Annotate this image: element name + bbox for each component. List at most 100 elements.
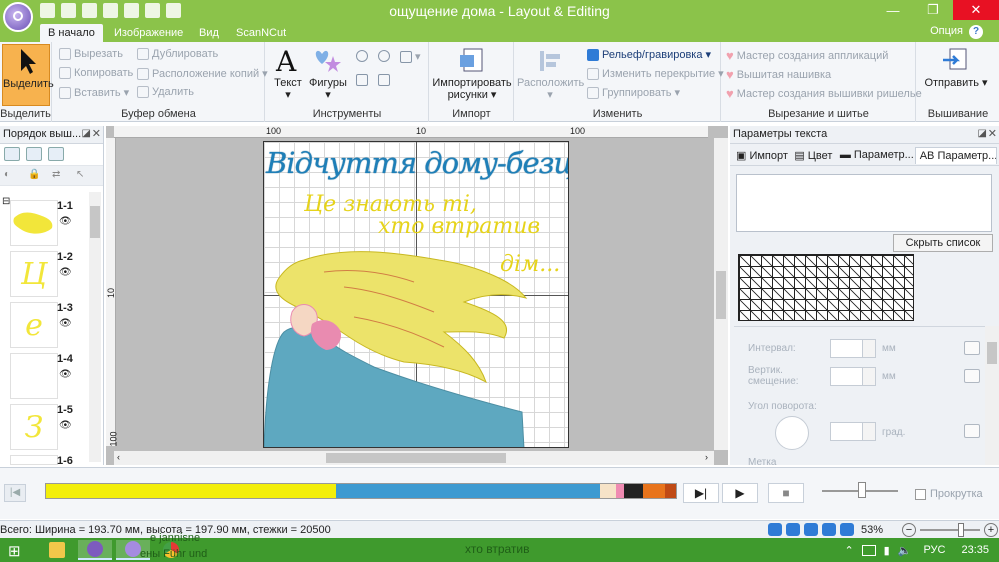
vertical-offset-input[interactable] xyxy=(830,367,876,386)
embroidery-hoop[interactable]: Відчуття дому-безцінне! Це знають ті, хт… xyxy=(263,141,569,448)
rotation-dial[interactable] xyxy=(775,416,809,450)
house-lock-icon[interactable] xyxy=(964,369,980,383)
tab-image[interactable]: Изображение xyxy=(106,24,191,42)
canvas-vertical-scrollbar[interactable] xyxy=(714,138,728,450)
design-text-line-3[interactable]: хто втратив xyxy=(378,214,540,239)
lock-icon[interactable]: 🔒 xyxy=(28,169,42,181)
pin-icon[interactable]: ◪ xyxy=(82,128,91,139)
color-sort-icon[interactable] xyxy=(48,147,64,161)
view-stitch-icon[interactable] xyxy=(768,523,782,536)
tab-scanncut[interactable]: ScanNCut xyxy=(228,24,294,42)
thread-color-segment[interactable] xyxy=(664,484,676,498)
canvas-horizontal-scrollbar[interactable]: ‹ › xyxy=(114,451,714,465)
checkbox-box[interactable] xyxy=(915,488,926,500)
design-canvas[interactable]: 100 10 100 10 100 Відчуття дому-безцінне… xyxy=(106,126,728,465)
speed-slider-knob[interactable] xyxy=(858,482,866,498)
embroidered-patch-button[interactable]: ♥ Вышитая нашивка xyxy=(726,67,831,82)
panel-close-icon[interactable]: ✕ xyxy=(92,127,101,140)
paste-button[interactable]: Вставить ▾ xyxy=(59,86,129,99)
send-button[interactable]: Отправить ▾ xyxy=(921,44,991,89)
layer-thumbnail[interactable]: З xyxy=(10,404,58,450)
speed-slider[interactable] xyxy=(822,482,898,498)
play-button[interactable]: ▶ xyxy=(722,483,758,503)
pin-icon[interactable]: ◪ xyxy=(978,128,987,139)
panel-close-icon[interactable]: ✕ xyxy=(988,127,997,140)
stop-button[interactable]: ■ xyxy=(768,483,804,503)
zoom-out-button[interactable] xyxy=(378,50,390,62)
eye-icon[interactable]: 👁 xyxy=(59,420,72,431)
close-button[interactable]: ✕ xyxy=(953,0,999,20)
scroll-thumb[interactable] xyxy=(90,206,100,238)
pointer-icon[interactable]: ↖ xyxy=(76,169,90,181)
thread-color-segment[interactable] xyxy=(642,484,665,498)
view-realistic-icon[interactable] xyxy=(786,523,800,536)
zoom-in-button[interactable] xyxy=(356,50,368,62)
scroll-checkbox[interactable]: Прокрутка xyxy=(915,488,983,500)
measure-button[interactable] xyxy=(378,74,390,86)
richelieu-wizard-button[interactable]: ♥ Мастер создания вышивки ришелье xyxy=(726,86,922,101)
help-icon[interactable]: ? xyxy=(969,25,983,39)
zoom-out-icon[interactable]: − xyxy=(902,523,916,537)
group-command-button[interactable]: Группировать ▾ xyxy=(587,86,680,99)
tab-home[interactable]: В начало xyxy=(40,24,103,42)
delete-button[interactable]: Удалить xyxy=(137,86,194,98)
eye-icon[interactable]: 👁 xyxy=(59,318,72,329)
network-icon[interactable]: ▮ xyxy=(884,544,890,557)
tab-params-1[interactable]: ▬ Параметр... xyxy=(836,147,913,164)
app-menu-button[interactable] xyxy=(3,2,33,32)
house-lock-icon[interactable] xyxy=(964,341,980,355)
sewing-order-scrollbar[interactable] xyxy=(89,192,101,462)
layer-thumbnail[interactable]: Ц xyxy=(10,251,58,297)
layer-thumbnail[interactable] xyxy=(10,455,58,465)
zoom-knob[interactable] xyxy=(958,523,964,537)
view-3d-icon[interactable] xyxy=(822,523,836,536)
tab-view[interactable]: Вид xyxy=(191,24,227,42)
toggle-icon[interactable]: ◐ xyxy=(4,169,18,181)
thread-color-segment[interactable] xyxy=(623,484,643,498)
shapes-button[interactable]: Фигуры ▾ xyxy=(308,44,348,101)
volume-icon[interactable]: 🔈 xyxy=(898,544,912,557)
go-to-start-button[interactable]: |◀ xyxy=(4,484,26,502)
eye-icon[interactable]: 👁 xyxy=(59,267,72,278)
font-list[interactable] xyxy=(736,174,992,232)
keyboard-icon[interactable] xyxy=(861,544,876,556)
interval-input[interactable] xyxy=(830,339,876,358)
design-text-line-1[interactable]: Відчуття дому-безцінне! xyxy=(266,146,568,180)
text-parameters-scrollbar[interactable] xyxy=(985,326,999,465)
thread-color-segment[interactable] xyxy=(616,484,624,498)
tab-color[interactable]: ▤ Цвет xyxy=(790,147,833,164)
embroidery-design-artwork[interactable] xyxy=(264,142,569,448)
tab-params-2[interactable]: AB Параметр... xyxy=(914,147,997,164)
cut-button[interactable]: Вырезать xyxy=(59,48,123,60)
zoom-track[interactable] xyxy=(920,523,980,537)
sort-icon[interactable] xyxy=(26,147,42,161)
file-explorer-icon[interactable] xyxy=(40,540,74,560)
scroll-thumb[interactable] xyxy=(987,342,997,364)
color-sequence-track[interactable] xyxy=(45,483,677,499)
view-outline-icon[interactable] xyxy=(804,523,818,536)
relief-button[interactable]: Рельеф/гравировка ▾ xyxy=(587,48,711,61)
pan-button[interactable] xyxy=(356,74,368,86)
duplicate-button[interactable]: Дублировать xyxy=(137,48,218,60)
text-button[interactable]: A Текст ▾ xyxy=(270,44,306,101)
maximize-button[interactable]: ❐ xyxy=(913,0,953,20)
windows-start-icon[interactable]: ⊞ xyxy=(8,542,21,560)
zoom-slider[interactable]: − + xyxy=(902,523,998,537)
option-menu[interactable]: Опция xyxy=(930,25,963,37)
rotation-angle-input[interactable] xyxy=(830,422,876,441)
arrange-button[interactable]: Расположить ▾ xyxy=(517,44,584,101)
view-mode-icon[interactable] xyxy=(4,147,20,161)
import-designs-button[interactable]: Импортировать рисунки ▾ xyxy=(432,44,512,101)
select-button[interactable]: Выделить xyxy=(2,44,54,106)
house-lock-icon[interactable] xyxy=(964,424,980,438)
copy-layout-button[interactable]: Расположение копий ▾ xyxy=(137,67,268,80)
minimize-button[interactable]: — xyxy=(873,0,913,20)
scroll-thumb[interactable] xyxy=(716,271,726,319)
fit-button[interactable]: ▾ xyxy=(400,50,421,63)
layer-thumbnail[interactable] xyxy=(10,200,58,246)
thread-color-segment[interactable] xyxy=(46,484,336,498)
language-indicator[interactable]: РУС xyxy=(923,544,945,556)
viber-icon[interactable] xyxy=(78,540,112,560)
copy-button[interactable]: Копировать xyxy=(59,67,133,79)
show-hidden-icon[interactable]: ⌃ xyxy=(844,544,853,557)
